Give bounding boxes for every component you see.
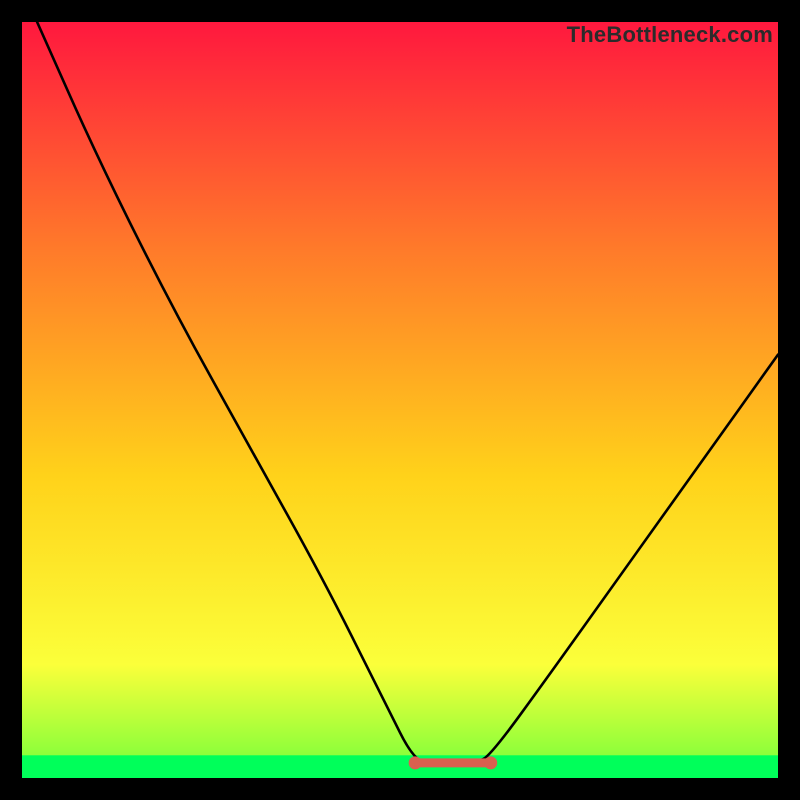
watermark-text: TheBottleneck.com <box>567 22 773 48</box>
green-band <box>22 755 778 778</box>
bottleneck-chart <box>22 22 778 778</box>
gradient-background <box>22 22 778 778</box>
chart-frame: TheBottleneck.com <box>22 22 778 778</box>
